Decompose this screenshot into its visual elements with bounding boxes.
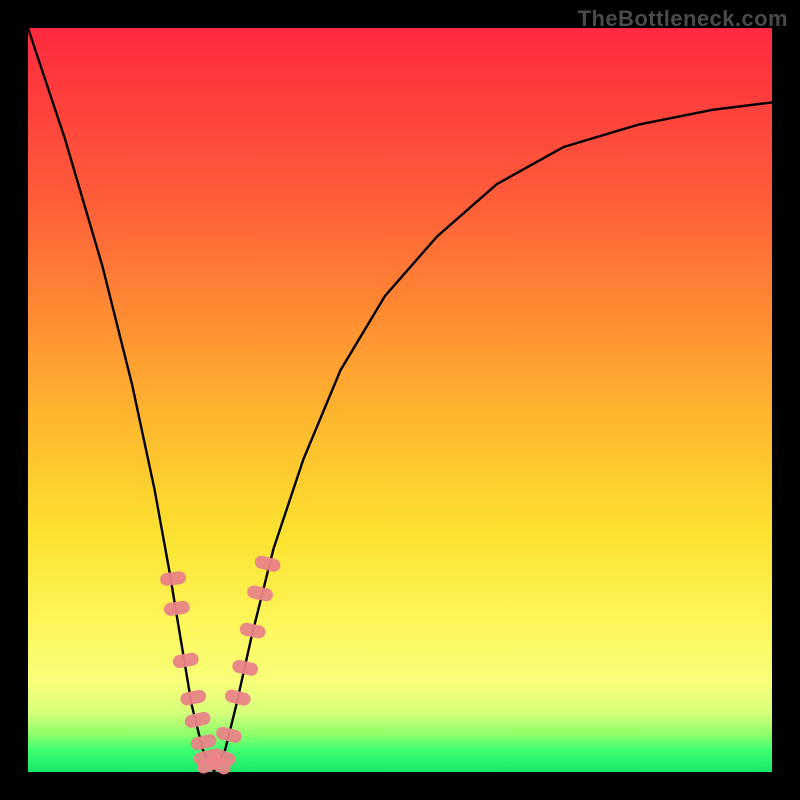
gpu-marker — [189, 733, 217, 752]
gpu-marker — [239, 622, 267, 640]
gpu-marker — [231, 659, 259, 677]
chart-plot-area — [28, 28, 772, 772]
gpu-marker — [215, 725, 243, 744]
gpu-marker — [179, 689, 207, 707]
gpu-marker — [246, 584, 274, 602]
watermark-text: TheBottleneck.com — [578, 6, 788, 32]
bottleneck-curve — [28, 28, 772, 772]
gpu-marker — [253, 554, 281, 573]
gpu-marker-cluster-left — [159, 571, 224, 776]
gpu-marker — [183, 711, 211, 730]
gpu-marker — [163, 600, 191, 617]
gpu-marker — [159, 571, 186, 587]
gpu-marker — [224, 688, 252, 707]
chart-svg — [28, 28, 772, 772]
gpu-marker — [172, 652, 200, 669]
